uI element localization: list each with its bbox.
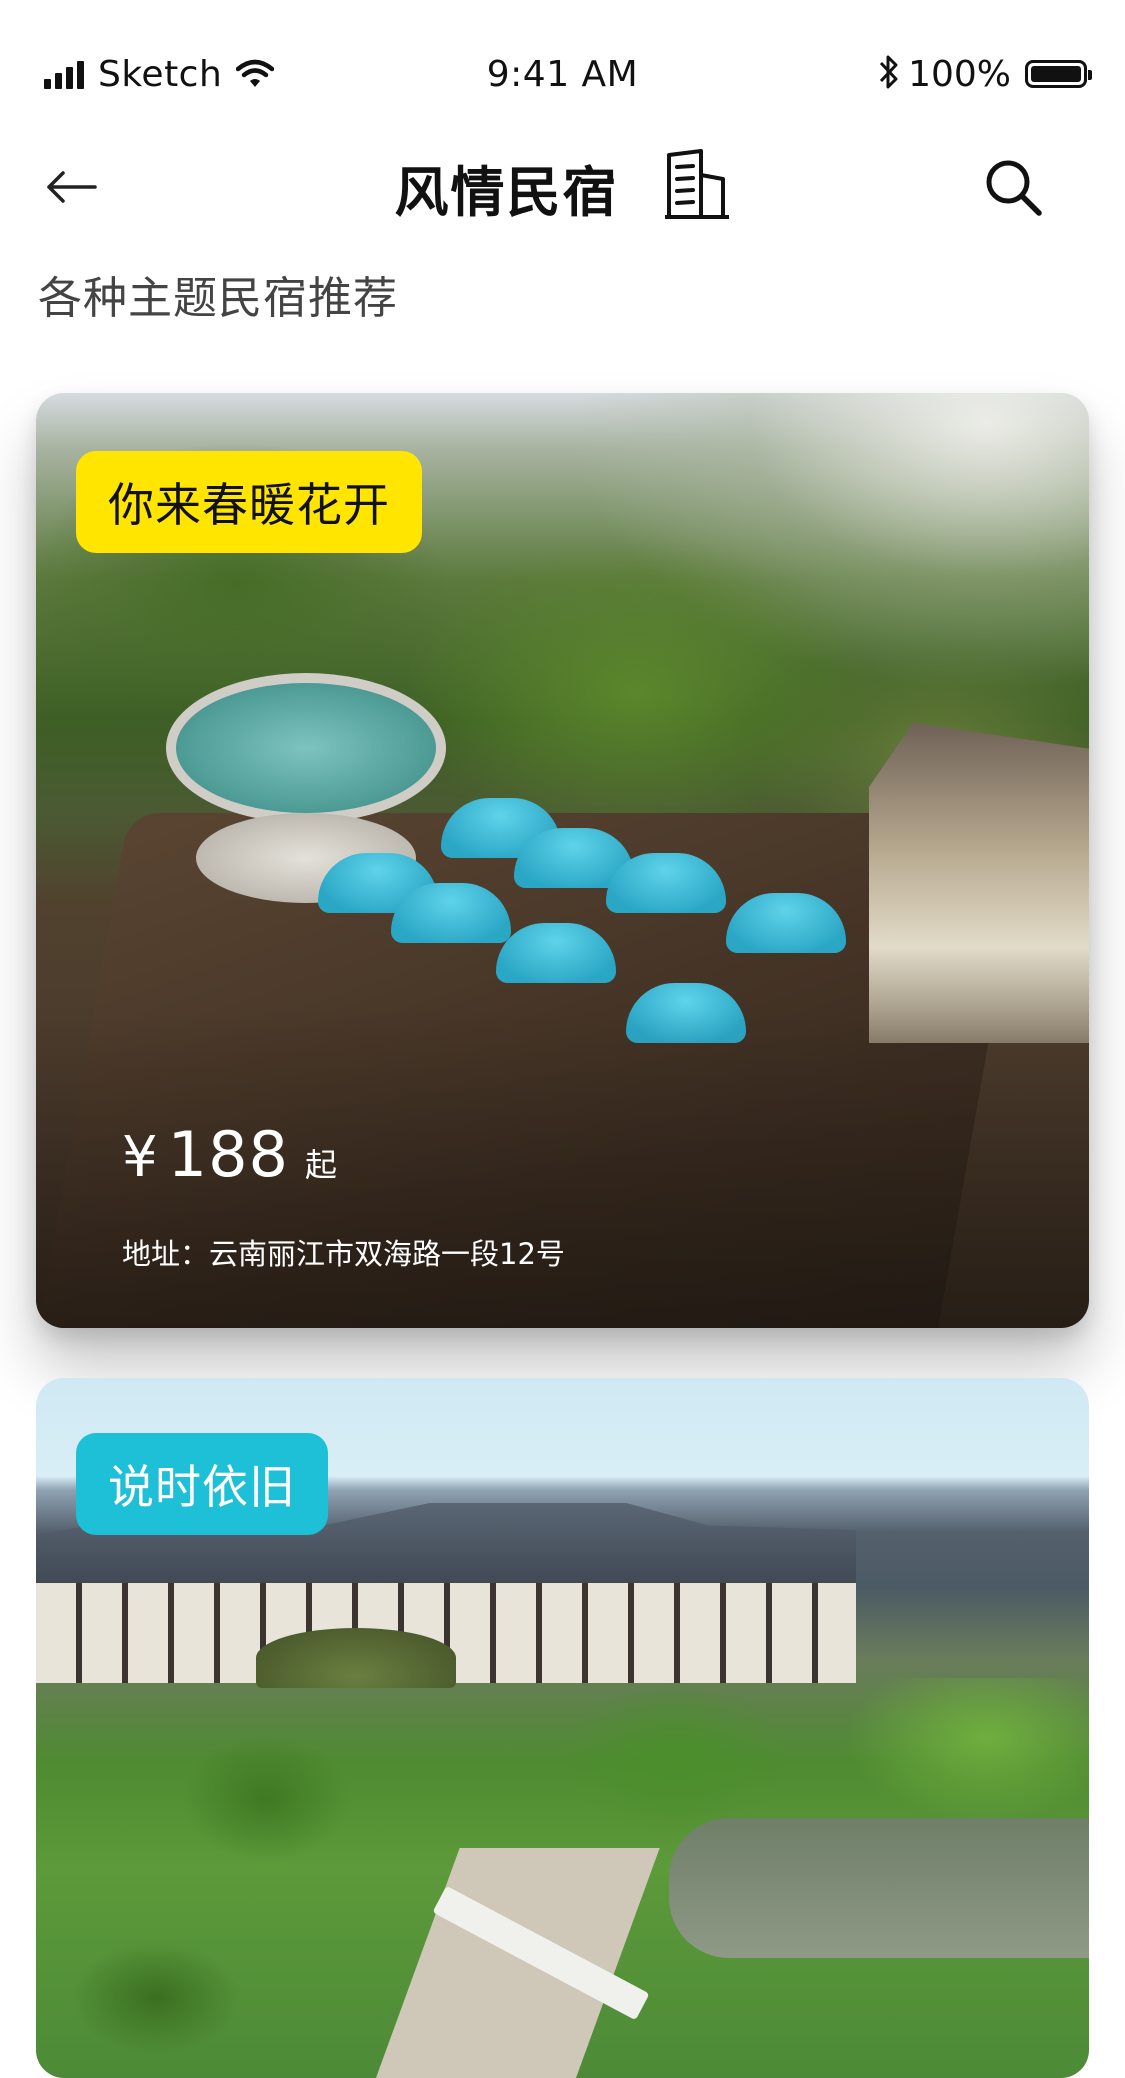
listing-address: 地址：云南丽江市双海路一段12号 (122, 1237, 565, 1271)
listing-tag: 说时依旧 (76, 1433, 328, 1535)
bluetooth-icon (878, 53, 900, 95)
listing-card[interactable]: 说时依旧 (36, 1378, 1089, 2078)
listing-card[interactable]: 你来春暖花开 ¥ 188 起 地址：云南丽江市双海路一段12号 (36, 393, 1089, 1328)
price-currency: ¥ (122, 1125, 158, 1190)
price-row: ¥ 188 起 (122, 1118, 337, 1191)
battery-icon (1025, 60, 1092, 88)
search-icon (986, 160, 1042, 216)
nav-title-group: 风情民宿 (0, 142, 1125, 232)
search-button[interactable] (973, 142, 1053, 232)
navigation-bar: 风情民宿 (0, 132, 1125, 252)
section-subtitle: 各种主题民宿推荐 (38, 273, 398, 324)
price-value: 188 (167, 1118, 289, 1191)
battery-percentage: 100% (908, 53, 1011, 95)
status-right: 100% (878, 52, 1092, 96)
page-title: 风情民宿 (394, 160, 619, 224)
building-icon (663, 149, 731, 225)
listing-tag: 你来春暖花开 (76, 451, 422, 553)
status-bar: Sketch 9:41 AM 100% (0, 0, 1125, 132)
price-suffix: 起 (304, 1146, 337, 1184)
